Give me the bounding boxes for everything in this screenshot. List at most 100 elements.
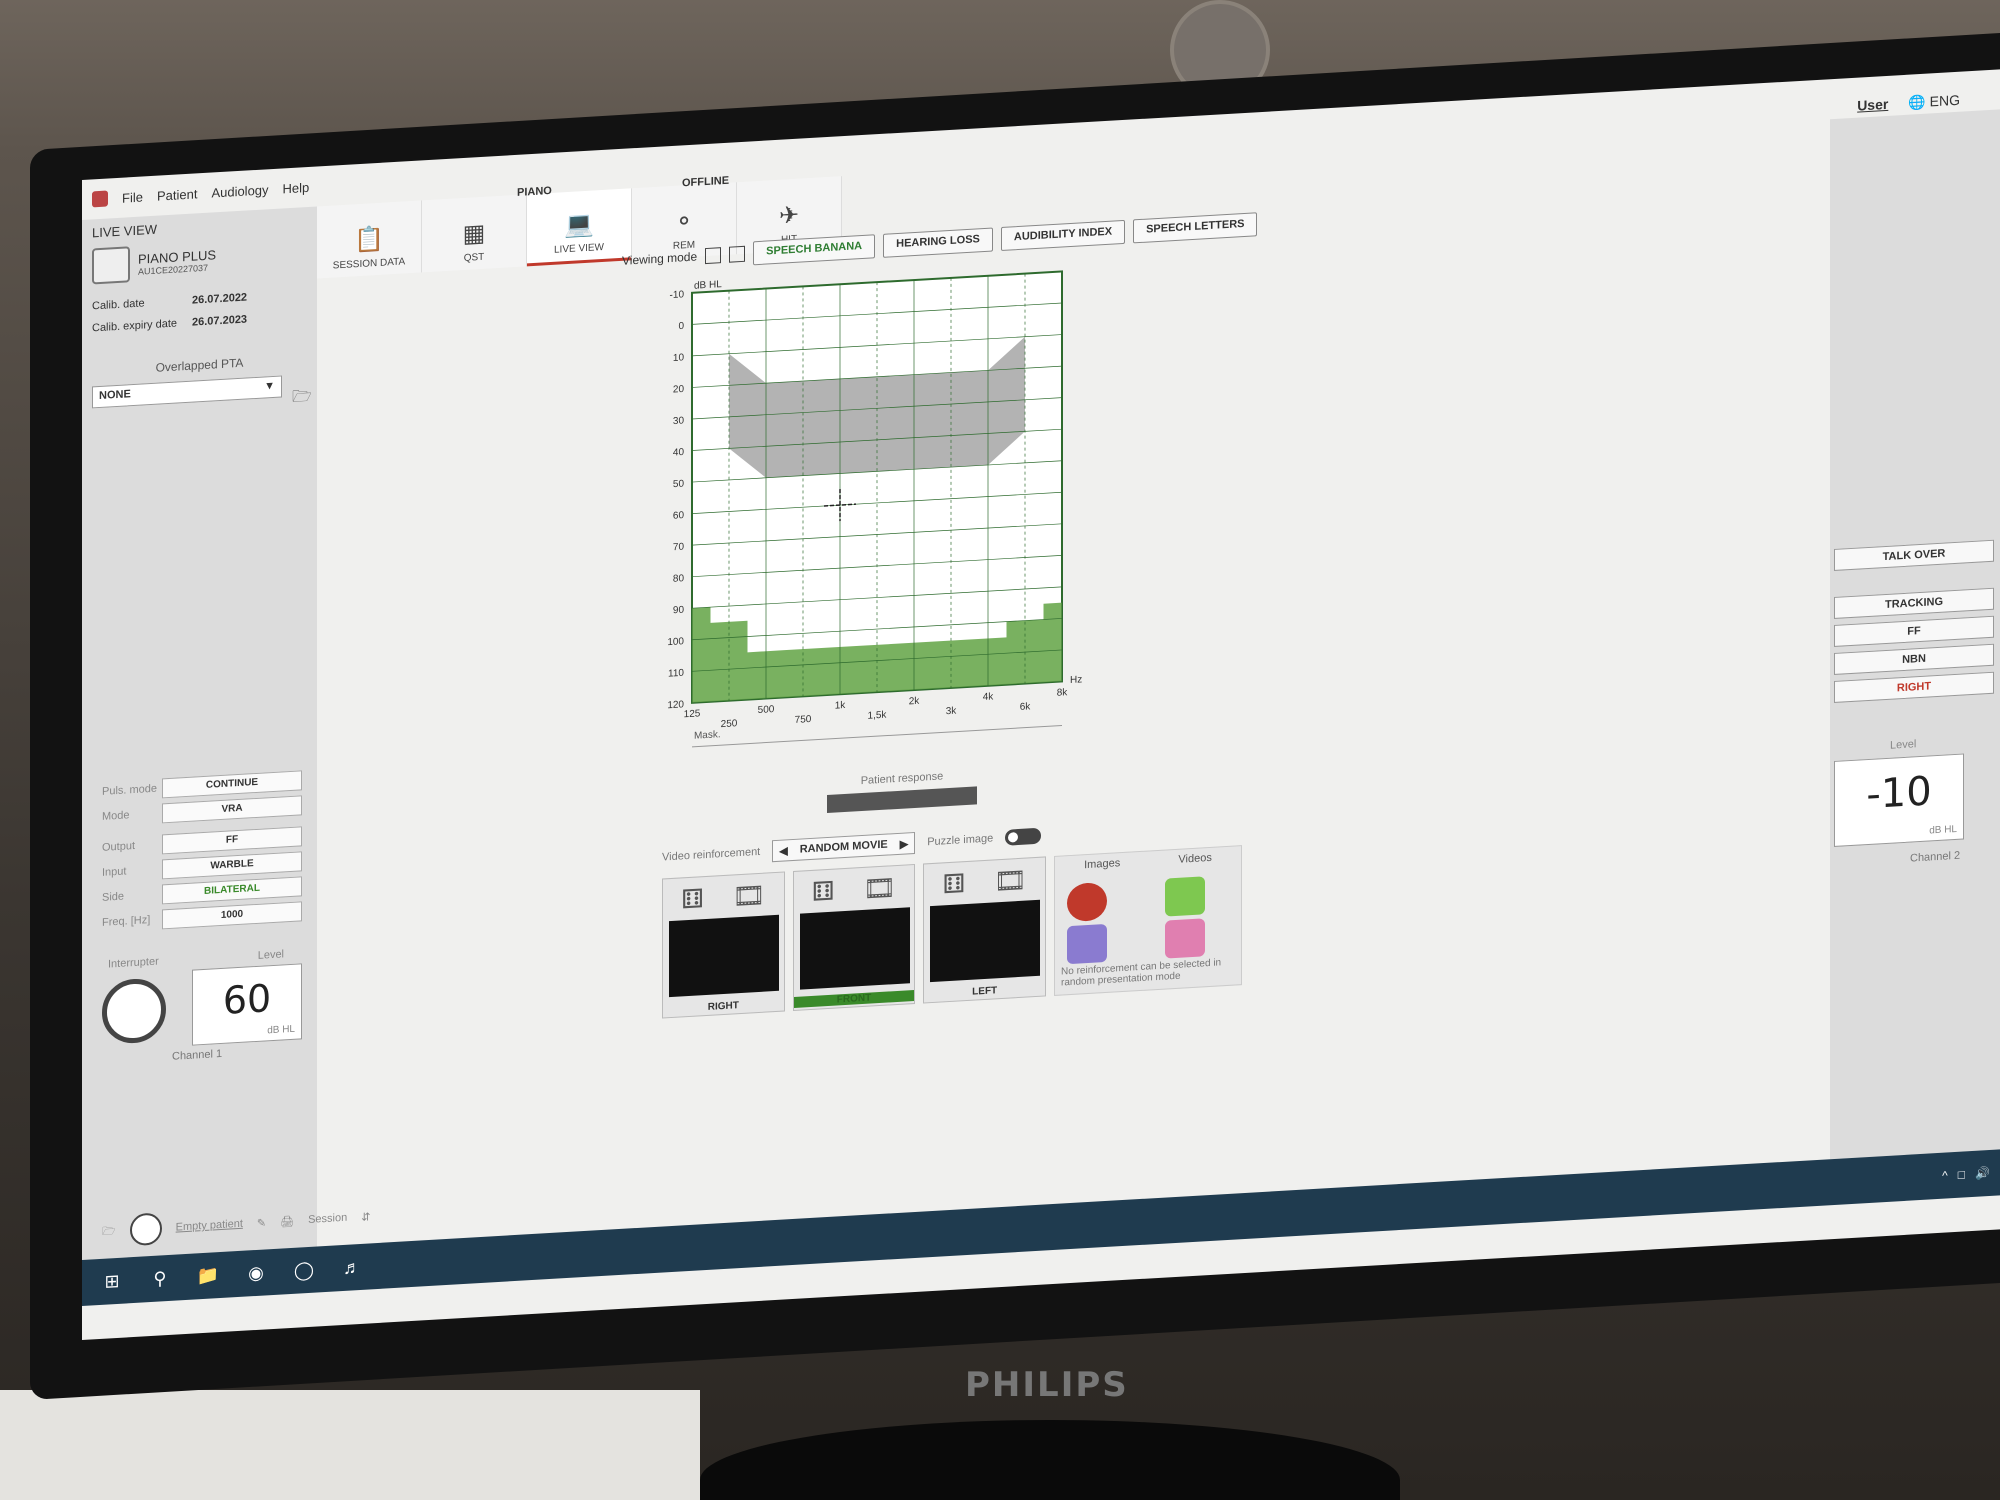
audiogram-svg[interactable]: -10 0 10 20 30 40 50 60 70 80 90 100 110 120125 250 500… xyxy=(642,250,1082,755)
left-panel: LIVE VIEW PIANO PLUS AU1CE20227037 Calib… xyxy=(82,206,317,1261)
next-arrow-icon[interactable]: ▶ xyxy=(894,837,914,851)
slot-label: FRONT xyxy=(793,990,915,1008)
frequency-button[interactable]: 1000 xyxy=(162,900,302,929)
y-tick-label: 30 xyxy=(673,415,685,427)
output-button-ch2[interactable]: FF xyxy=(1834,615,1994,647)
x-axis-label: Hz xyxy=(1070,674,1082,686)
movie-value: RANDOM MOVIE xyxy=(799,838,888,856)
y-tick-label: 120 xyxy=(667,699,684,711)
viewing-mode-label: Viewing mode xyxy=(622,249,698,268)
edge-icon[interactable]: ◉ xyxy=(244,1260,268,1285)
avatar[interactable] xyxy=(129,1212,162,1247)
balloons-video-thumb[interactable] xyxy=(1165,918,1206,959)
edit-icon[interactable]: ✎ xyxy=(257,1216,266,1230)
movie-selector[interactable]: ◀ RANDOM MOVIE ▶ xyxy=(772,831,916,863)
x-tick-label: 750 xyxy=(795,714,812,726)
tab-label: QST xyxy=(463,251,485,264)
pta-select[interactable]: NONE ▼ xyxy=(92,375,282,409)
menu-patient[interactable]: Patient xyxy=(157,186,197,203)
prev-arrow-icon[interactable]: ◀ xyxy=(773,843,793,857)
chevron-up-icon[interactable]: ^ xyxy=(1942,1168,1948,1182)
film-icon[interactable]: 🎞 xyxy=(863,872,896,905)
puzzle-toggle[interactable] xyxy=(1005,827,1042,846)
slot-screen xyxy=(669,914,779,998)
x-tick-label: 500 xyxy=(758,704,775,716)
calib-date-label: Calib. date xyxy=(92,297,145,313)
interrupter-label: Interrupter xyxy=(108,955,159,971)
tab-session-data[interactable]: 📋 SESSION DATA xyxy=(317,200,422,279)
single-view-icon[interactable] xyxy=(705,247,722,265)
y-tick-label: -10 xyxy=(670,289,685,301)
language-selector[interactable]: 🌐 ENG xyxy=(1908,92,1960,112)
video-reinforcement-label: Video reinforcement xyxy=(662,845,761,864)
interrupter-button[interactable] xyxy=(102,977,166,1045)
open-folder-icon[interactable]: 🗁 xyxy=(102,1222,116,1242)
folder-icon[interactable]: 🗁 xyxy=(292,385,312,413)
printer-icon[interactable]: 🖨 xyxy=(280,1214,294,1228)
level-label-ch2: Level xyxy=(1890,738,1917,752)
slot-screen xyxy=(799,907,910,990)
tab-qst[interactable]: ▦ QST xyxy=(422,194,527,273)
y-tick-label: 110 xyxy=(668,668,684,680)
chevron-up-down-icon[interactable]: ⇵ xyxy=(361,1210,370,1224)
channel1-level-display: 60 dB HL xyxy=(192,963,302,1046)
empty-patient-link[interactable]: Empty patient xyxy=(176,1218,243,1234)
noise-button[interactable]: NBN xyxy=(1834,643,1994,675)
x-tick-label: 1,5k xyxy=(868,710,888,722)
network-icon[interactable]: □ xyxy=(1958,1167,1965,1181)
menu-help[interactable]: Help xyxy=(283,179,310,196)
videos-label: Videos xyxy=(1178,851,1212,866)
pta-value: NONE xyxy=(99,388,131,403)
side-button-ch2[interactable]: RIGHT xyxy=(1834,671,1994,703)
audiogram-chart[interactable]: -10 0 10 20 30 40 50 60 70 80 90 100 110 120 125 250 500… xyxy=(642,250,1082,755)
channel1-level: 60 xyxy=(222,976,272,1023)
param-label: Output xyxy=(102,839,136,854)
slot-right[interactable]: ⚅ 🎞 RIGHT xyxy=(662,871,785,1019)
overlay-view-icon[interactable] xyxy=(729,245,746,263)
tab-label: SESSION DATA xyxy=(332,256,406,272)
param-label: Freq. [Hz] xyxy=(102,913,151,929)
chrome-icon[interactable]: ◯ xyxy=(292,1258,316,1283)
windows-start-icon[interactable]: ⊞ xyxy=(100,1269,124,1294)
patient-response-label: Patient response xyxy=(860,770,944,788)
x-tick-label: 6k xyxy=(1020,701,1032,713)
mask-label: Mask. xyxy=(694,729,721,742)
menu-file[interactable]: File xyxy=(122,189,143,205)
volume-icon[interactable]: 🔊 xyxy=(1975,1166,1990,1181)
dice-icon[interactable]: ⚅ xyxy=(943,868,966,900)
film-icon[interactable]: 🎞 xyxy=(994,865,1027,898)
menu-audiology[interactable]: Audiology xyxy=(211,182,268,200)
monitor-brand: PHILIPS xyxy=(965,1365,1129,1405)
media-panel: Images Videos No reinforcement can be se… xyxy=(1054,845,1242,996)
laptop-icon: 💻 xyxy=(564,210,594,240)
hearing-loss-button[interactable]: HEARING LOSS xyxy=(883,227,993,258)
tab-live-view[interactable]: 💻 LIVE VIEW xyxy=(527,188,632,267)
patient-response-indicator xyxy=(827,786,977,814)
y-tick-label: 100 xyxy=(667,636,684,648)
dice-icon[interactable]: ⚅ xyxy=(812,876,835,908)
slot-front[interactable]: ⚅ 🎞 FRONT xyxy=(792,863,916,1012)
film-icon[interactable]: 🎞 xyxy=(732,880,765,913)
file-explorer-icon[interactable]: 📁 xyxy=(196,1263,220,1288)
y-tick-label: 40 xyxy=(673,447,685,459)
clipboard-icon: 📋 xyxy=(354,225,384,255)
slot-label: RIGHT xyxy=(707,1000,739,1013)
apple-image-thumb[interactable] xyxy=(1067,881,1108,923)
channel2-level-display: -10 dB HL xyxy=(1834,753,1964,847)
x-tick-label: 4k xyxy=(983,691,995,703)
dice-icon[interactable]: ⚅ xyxy=(681,883,704,915)
owls-image-thumb[interactable] xyxy=(1067,923,1108,965)
speech-letters-button[interactable]: SPEECH LETTERS xyxy=(1133,212,1258,244)
patient-response: Patient response xyxy=(822,768,982,814)
audibility-index-button[interactable]: AUDIBILITY INDEX xyxy=(1000,219,1126,252)
channel1-control: Interrupter Level 60 dB HL Channel 1 xyxy=(102,947,302,1063)
piano-app-icon[interactable]: ♬ xyxy=(340,1255,364,1280)
search-icon[interactable]: ⚲ xyxy=(148,1266,172,1291)
y-tick-label: 60 xyxy=(673,510,685,522)
user-link[interactable]: User xyxy=(1857,96,1888,115)
puzzle-label: Puzzle image xyxy=(927,832,994,849)
group-piano-label: PIANO xyxy=(517,184,552,199)
frogs-video-thumb[interactable] xyxy=(1165,876,1206,917)
slot-left[interactable]: ⚅ 🎞 LEFT xyxy=(923,856,1047,1004)
param-label: Mode xyxy=(102,808,130,823)
